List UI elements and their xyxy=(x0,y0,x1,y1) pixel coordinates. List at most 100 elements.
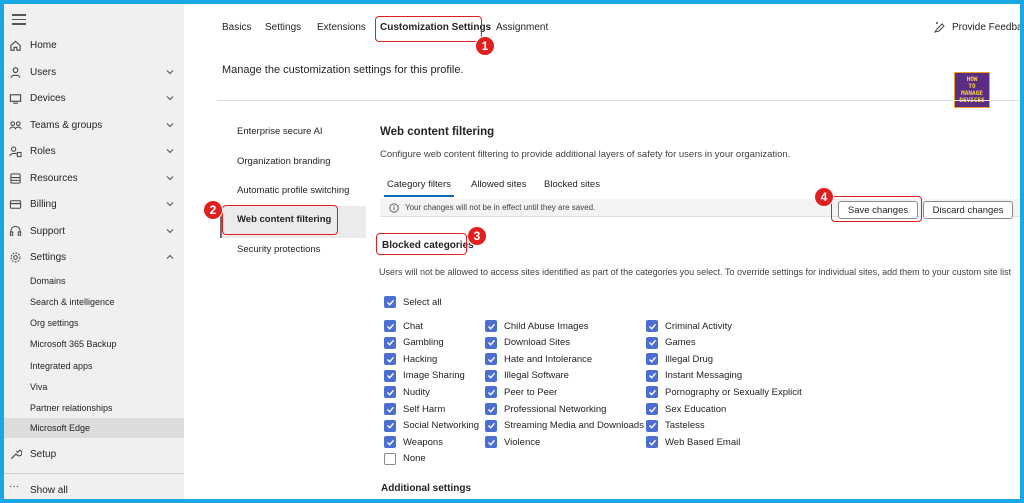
category-checkbox[interactable]: Weapons xyxy=(384,436,443,449)
sidebar-sub-backup[interactable]: Microsoft 365 Backup xyxy=(4,334,184,354)
checkbox-checked-icon xyxy=(646,386,658,399)
category-checkbox[interactable]: Chat xyxy=(384,320,423,332)
category-checkbox[interactable]: Peer to Peer xyxy=(485,386,557,399)
sidebar-item-setup[interactable]: Setup xyxy=(4,442,184,466)
category-checkbox[interactable]: Streaming Media and Downloads xyxy=(485,419,644,432)
category-label: Illegal Drug xyxy=(665,353,714,365)
sidebar-sub-domains[interactable]: Domains xyxy=(4,271,184,291)
sidebar-sub-integrated-apps[interactable]: Integrated apps xyxy=(4,356,184,376)
category-label: Hacking xyxy=(403,353,438,365)
category-checkbox[interactable]: Illegal Software xyxy=(485,369,569,382)
provide-feedback-link[interactable]: Provide Feedback xyxy=(934,21,1020,33)
category-checkbox[interactable]: Professional Networking xyxy=(485,403,606,415)
category-label: Pornography or Sexually Explicit xyxy=(665,386,802,398)
sidebar-item-resources[interactable]: Resources xyxy=(4,166,184,190)
tab-extensions[interactable]: Extensions xyxy=(317,22,366,33)
category-label: Professional Networking xyxy=(504,403,607,415)
sidebar-show-all[interactable]: ··· Show all xyxy=(4,478,184,499)
category-checkbox[interactable]: Illegal Drug xyxy=(646,353,714,366)
tab-settings[interactable]: Settings xyxy=(265,22,301,33)
nav-organization-branding[interactable]: Organization branding xyxy=(237,156,330,167)
chevron-down-icon[interactable] xyxy=(165,226,175,236)
panel-description: Configure web content filtering to provi… xyxy=(380,149,791,160)
category-label: Tasteless xyxy=(665,420,705,432)
checkbox-checked-icon xyxy=(485,336,497,349)
category-label: Criminal Activity xyxy=(665,320,733,332)
checkbox-checked-icon xyxy=(384,296,396,308)
step-badge-4: 4 xyxy=(814,187,834,207)
category-label: Web Based Email xyxy=(665,436,741,448)
checkbox-checked-icon xyxy=(646,436,658,449)
checkbox-checked-icon xyxy=(384,386,396,399)
sidebar-item-settings[interactable]: Settings xyxy=(4,245,184,269)
discard-changes-button[interactable]: Discard changes xyxy=(923,201,1013,219)
tab-assignment[interactable]: Assignment xyxy=(496,22,548,33)
category-checkbox[interactable]: Gambling xyxy=(384,336,444,349)
category-checkbox[interactable]: Download Sites xyxy=(485,336,570,349)
chevron-down-icon[interactable] xyxy=(165,199,175,209)
chevron-down-icon[interactable] xyxy=(165,146,175,156)
sidebar-item-teams[interactable]: Teams & groups xyxy=(4,113,184,137)
category-checkbox[interactable]: Pornography or Sexually Explicit xyxy=(646,386,802,399)
chevron-down-icon[interactable] xyxy=(165,120,175,130)
sidebar-sub-partner[interactable]: Partner relationships xyxy=(4,398,184,418)
category-checkbox[interactable]: Nudity xyxy=(384,386,430,399)
category-label: None xyxy=(403,453,426,465)
select-all-checkbox[interactable]: Select all xyxy=(384,296,442,308)
category-checkbox[interactable]: Tasteless xyxy=(646,419,705,432)
chevron-down-icon[interactable] xyxy=(165,173,175,183)
category-checkbox[interactable]: Web Based Email xyxy=(646,436,741,449)
category-checkbox[interactable]: Hacking xyxy=(384,353,438,366)
nav-automatic-profile-switching[interactable]: Automatic profile switching xyxy=(237,185,349,196)
category-label: Instant Messaging xyxy=(665,370,743,382)
sidebar-item-home[interactable]: Home xyxy=(4,33,184,57)
chevron-down-icon[interactable] xyxy=(165,93,175,103)
category-checkbox[interactable]: Child Abuse Images xyxy=(485,320,589,332)
hamburger-icon[interactable] xyxy=(12,14,26,26)
category-label: Image Sharing xyxy=(403,370,465,382)
sidebar-sub-org-settings[interactable]: Org settings xyxy=(4,313,184,333)
category-checkbox[interactable]: Sex Education xyxy=(646,403,726,415)
callout-box-1 xyxy=(375,16,482,42)
step-badge-3: 3 xyxy=(467,226,487,246)
category-checkbox[interactable]: Self Harm xyxy=(384,403,445,415)
chevron-up-icon[interactable] xyxy=(165,252,175,262)
checkbox-checked-icon xyxy=(384,353,396,366)
feedback-icon xyxy=(934,22,945,33)
checkbox-checked-icon xyxy=(485,369,497,382)
category-label: Games xyxy=(665,337,696,349)
category-checkbox[interactable]: Hate and Intolerance xyxy=(485,353,593,366)
category-checkbox[interactable]: Instant Messaging xyxy=(646,369,743,382)
user-icon xyxy=(10,66,21,78)
category-label: Illegal Software xyxy=(504,370,569,382)
sidebar-item-devices[interactable]: Devices xyxy=(4,86,184,110)
category-checkbox[interactable]: None xyxy=(384,452,426,465)
sidebar-item-roles[interactable]: Roles xyxy=(4,139,184,163)
page-subtitle: Manage the customization settings for th… xyxy=(222,64,464,76)
billing-icon xyxy=(9,199,22,209)
category-label: Hate and Intolerance xyxy=(504,353,593,365)
sidebar-item-users[interactable]: Users xyxy=(4,60,184,84)
category-checkbox[interactable]: Violence xyxy=(485,436,540,449)
category-label: Weapons xyxy=(403,436,443,448)
category-checkbox[interactable]: Games xyxy=(646,336,696,349)
sidebar-item-support[interactable]: Support xyxy=(4,219,184,243)
subtab-blocked-sites[interactable]: Blocked sites xyxy=(544,179,600,190)
checkbox-checked-icon xyxy=(646,336,658,349)
category-checkbox[interactable]: Criminal Activity xyxy=(646,320,732,332)
category-checkbox[interactable]: Image Sharing xyxy=(384,369,465,382)
subtab-allowed-sites[interactable]: Allowed sites xyxy=(471,179,526,190)
nav-security-protections[interactable]: Security protections xyxy=(237,244,320,255)
teams-icon xyxy=(9,120,22,129)
nav-enterprise-secure-ai[interactable]: Enterprise secure AI xyxy=(237,126,323,137)
sidebar-sub-search[interactable]: Search & intelligence xyxy=(4,292,184,312)
checkbox-checked-icon xyxy=(485,419,497,432)
sidebar-sub-microsoft-edge[interactable]: Microsoft Edge xyxy=(4,418,184,438)
sidebar-sub-viva[interactable]: Viva xyxy=(4,377,184,397)
tab-basics[interactable]: Basics xyxy=(222,22,251,33)
category-checkbox[interactable]: Social Networking xyxy=(384,419,479,432)
blocked-categories-description: Users will not be allowed to access site… xyxy=(379,267,1012,277)
sidebar-item-billing[interactable]: Billing xyxy=(4,192,184,216)
subtab-category-filters[interactable]: Category filters xyxy=(387,179,451,190)
chevron-down-icon[interactable] xyxy=(165,67,175,77)
